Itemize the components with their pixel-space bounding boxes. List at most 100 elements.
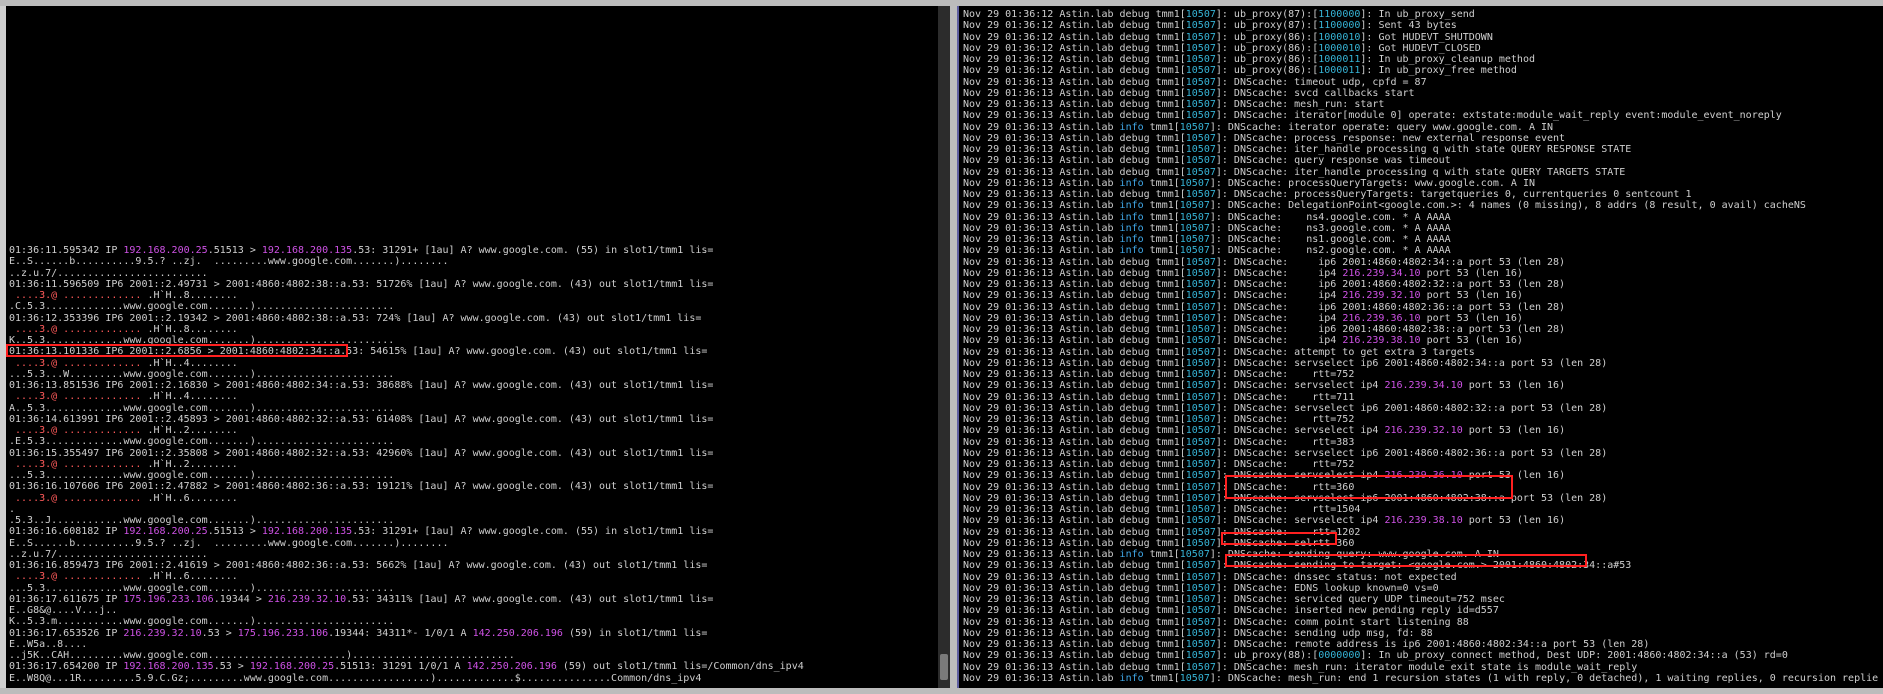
tcpdump-segment: E..W8Q@...1R.........5.9.C.Gz;.........w… xyxy=(9,672,702,684)
log-segment: Nov 29 01:36:13 Astin.lab xyxy=(963,121,1120,133)
log-segment: Nov 29 01:36:13 Astin.lab debug tmm1[ xyxy=(963,605,1186,617)
log-segment: ]: DNScache: servselect ip6 2001:4860:48… xyxy=(1215,357,1608,369)
log-segment: Nov 29 01:36:13 Astin.lab debug tmm1[ xyxy=(963,99,1186,110)
tcpdump-segment: 142.250.206.196 xyxy=(472,627,563,639)
tcpdump-segment: 01:36:17.654200 IP xyxy=(9,661,124,673)
log-segment: 10507 xyxy=(1185,526,1216,538)
log-segment: port 53 (len 16) xyxy=(1420,312,1523,324)
log-segment: ]: DNScache: processQueryTargets: www.go… xyxy=(1209,177,1535,189)
tcpdump-segment: 01:36:17.611675 IP xyxy=(9,593,124,605)
log-segment: ]: DNScache: iterator operate: query www… xyxy=(1209,121,1554,133)
log-segment: 10507 xyxy=(1185,335,1216,347)
log-segment: 10507 xyxy=(1185,31,1216,43)
log-segment: ]: DNScache: mesh_run: end 1 recursion s… xyxy=(1209,672,1879,684)
log-segment: Nov 29 01:36:13 Astin.lab debug tmm1[ xyxy=(963,301,1186,313)
log-segment: 10507 xyxy=(1185,166,1216,178)
left-scrollbar-thumb[interactable] xyxy=(940,654,948,680)
log-line: Nov 29 01:36:13 Astin.lab debug tmm1[105… xyxy=(963,527,1878,538)
log-segment: Nov 29 01:36:13 Astin.lab xyxy=(963,200,1120,212)
tcpdump-line: ...5.3...W.........www.google.com.......… xyxy=(9,369,804,380)
log-segment: 10507 xyxy=(1185,504,1216,515)
log-segment: tmm1[ xyxy=(1143,121,1180,133)
log-segment: Nov 29 01:36:13 Astin.lab debug tmm1[ xyxy=(963,144,1186,155)
log-line: Nov 29 01:36:13 Astin.lab debug tmm1[105… xyxy=(963,392,1878,403)
log-segment: Nov 29 01:36:12 Astin.lab debug tmm1[ xyxy=(963,20,1186,32)
log-segment: ]: DNScache: ns4.google.com. * A AAAA xyxy=(1209,211,1451,223)
log-line: Nov 29 01:36:12 Astin.lab debug tmm1[105… xyxy=(963,20,1878,31)
tcpdump-line: ..j5K..CAH.........www.google.com.......… xyxy=(9,650,804,661)
log-line: Nov 29 01:36:12 Astin.lab debug tmm1[105… xyxy=(963,9,1878,20)
log-segment: Nov 29 01:36:13 Astin.lab debug tmm1[ xyxy=(963,459,1186,470)
log-segment: Nov 29 01:36:13 Astin.lab debug tmm1[ xyxy=(963,256,1186,268)
log-segment: Nov 29 01:36:13 Astin.lab debug tmm1[ xyxy=(963,369,1186,380)
tcpdump-segment: 192.168.200.135 xyxy=(261,245,353,256)
log-segment: ]: DNScache: ip4 xyxy=(1215,335,1343,347)
log-line: Nov 29 01:36:13 Astin.lab debug tmm1[105… xyxy=(963,99,1878,110)
log-segment: 10507 xyxy=(1185,290,1216,302)
log-segment: 10507 xyxy=(1185,436,1216,448)
log-segment: Nov 29 01:36:13 Astin.lab debug tmm1[ xyxy=(963,436,1186,448)
tcpdump-segment: ...5.3.............www.google.com.......… xyxy=(9,582,395,594)
log-segment: ]: In ub_proxy_send xyxy=(1360,9,1475,20)
log-line: Nov 29 01:36:13 Astin.lab debug tmm1[105… xyxy=(963,324,1878,335)
log-segment: 10507 xyxy=(1185,380,1216,392)
tcpdump-segment: .H`H..6........ xyxy=(147,571,238,583)
log-segment: ]: DNScache: mesh_run: iterator module e… xyxy=(1215,661,1638,673)
log-line: Nov 29 01:36:12 Astin.lab debug tmm1[105… xyxy=(963,65,1878,76)
tcpdump-segment: .51513: 31291 1/0/1 A xyxy=(334,661,467,673)
tcpdump-line: ....3.@ ............. .H`H..4........ xyxy=(9,358,804,369)
log-line: Nov 29 01:36:13 Astin.lab info tmm1[1050… xyxy=(963,234,1878,245)
log-segment: tmm1[ xyxy=(1143,672,1180,684)
log-line: Nov 29 01:36:13 Astin.lab debug tmm1[105… xyxy=(963,77,1878,88)
log-line: Nov 29 01:36:13 Astin.lab info tmm1[1050… xyxy=(963,178,1878,189)
log-segment: 216.239.32.10 xyxy=(1342,290,1421,302)
log-segment: port 53 (len 16) xyxy=(1462,425,1566,437)
tcpdump-segment: .H`H..2........ xyxy=(147,458,238,470)
log-segment: tmm1[ xyxy=(1143,211,1180,223)
log-segment: ]: DNScache: servselect ip4 xyxy=(1215,425,1385,437)
log-segment: ]: DNScache: inserted new pending reply … xyxy=(1215,605,1499,617)
log-segment: Nov 29 01:36:13 Astin.lab debug tmm1[ xyxy=(963,582,1186,594)
log-segment: ]: DNScache: servselect ip6 2001:4860:48… xyxy=(1215,447,1608,459)
log-segment: info xyxy=(1119,211,1144,223)
tcpdump-segment: 192.168.200.25 xyxy=(123,245,208,256)
log-segment: ]: DNScache: serviced query UDP timeout=… xyxy=(1215,594,1505,605)
log-segment: 10507 xyxy=(1185,459,1216,470)
tcpdump-segment: ....3.@ ............. xyxy=(9,458,148,470)
log-segment: ]: DNScache: remote address is ip6 2001:… xyxy=(1215,639,1650,650)
log-segment: 10507 xyxy=(1185,42,1216,54)
log-segment: Nov 29 01:36:13 Astin.lab debug tmm1[ xyxy=(963,87,1186,99)
tcpdump-segment: E..G8&@....V...j.. xyxy=(9,605,118,616)
log-segment: 10507 xyxy=(1185,76,1216,88)
tcpdump-line: 01:36:13.851536 IP6 2001::2.16830 > 2001… xyxy=(9,380,804,391)
log-segment: Nov 29 01:36:12 Astin.lab debug tmm1[ xyxy=(963,9,1186,20)
log-segment: Nov 29 01:36:13 Astin.lab debug tmm1[ xyxy=(963,380,1186,392)
tcpdump-segment: .53 > xyxy=(213,661,250,673)
tcpdump-line: ...5.3.............www.google.com.......… xyxy=(9,470,804,481)
tcpdump-line: 01:36:17.611675 IP 175.196.233.106.19344… xyxy=(9,594,804,605)
log-segment: info xyxy=(1119,245,1144,257)
log-segment: 216.239.36.10 xyxy=(1342,312,1421,324)
log-segment: info xyxy=(1119,177,1144,189)
log-segment: Nov 29 01:36:13 Astin.lab debug tmm1[ xyxy=(963,267,1186,279)
terminal-pane-log[interactable]: Nov 29 01:36:12 Astin.lab debug tmm1[105… xyxy=(957,6,1883,688)
log-segment: 10507 xyxy=(1185,447,1216,459)
log-segment: Nov 29 01:36:13 Astin.lab debug tmm1[ xyxy=(963,324,1186,335)
log-line: Nov 29 01:36:13 Astin.lab debug tmm1[105… xyxy=(963,605,1878,616)
tcpdump-line: 01:36:16.608182 IP 192.168.200.25.51513 … xyxy=(9,526,804,537)
tcpdump-line: ....3.@ ............. .H`H..8........ xyxy=(9,324,804,335)
tcpdump-line: .5.3..J............www.google.com.......… xyxy=(9,515,804,526)
log-segment: Nov 29 01:36:13 Astin.lab debug tmm1[ xyxy=(963,616,1186,628)
log-segment: port 53 (len 16) xyxy=(1462,380,1566,392)
log-segment: 10507 xyxy=(1185,639,1216,650)
left-scrollbar[interactable] xyxy=(938,6,950,688)
tcpdump-segment: .53 > xyxy=(201,627,238,639)
tcpdump-segment: E..S......b..........9.5.? ..zj. .......… xyxy=(9,256,449,268)
log-segment: 10507 xyxy=(1185,391,1216,403)
log-line: Nov 29 01:36:13 Astin.lab debug tmm1[105… xyxy=(963,504,1878,515)
log-segment: Nov 29 01:36:13 Astin.lab debug tmm1[ xyxy=(963,481,1186,493)
tcpdump-segment: .H`H..2........ xyxy=(147,425,238,436)
pane-divider[interactable] xyxy=(950,6,957,688)
terminal-pane-tcpdump[interactable]: 01:36:11.595342 IP 192.168.200.25.51513 … xyxy=(6,6,938,688)
log-line: Nov 29 01:36:13 Astin.lab debug tmm1[105… xyxy=(963,650,1878,661)
